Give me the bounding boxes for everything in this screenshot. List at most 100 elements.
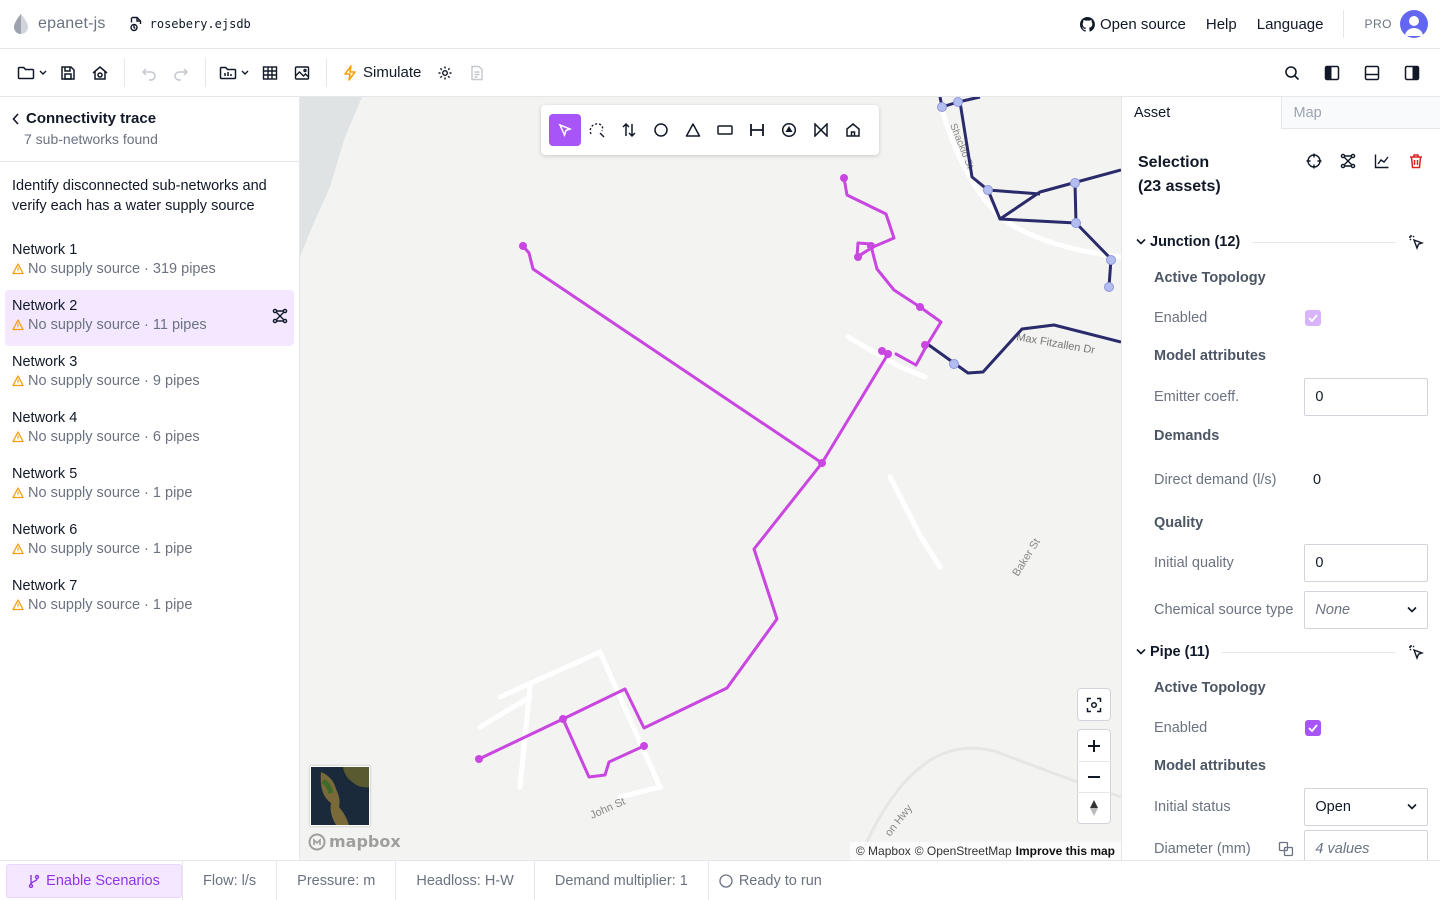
table-view-button[interactable] — [254, 57, 286, 89]
simulate-button[interactable]: Simulate — [335, 57, 429, 89]
chemical-source-row: Chemical source type None — [1122, 585, 1440, 635]
undo-button[interactable] — [133, 57, 165, 89]
initial-status-select[interactable]: Open — [1304, 788, 1428, 826]
map-canvas[interactable]: Max Fitzallen Dr Baker St John St on Hwy… — [300, 97, 1121, 860]
app-logo[interactable]: epanet-js — [12, 13, 106, 35]
customer-point-tool-button[interactable] — [837, 114, 869, 146]
network-trace-icon[interactable] — [1340, 153, 1356, 169]
warning-icon — [12, 543, 24, 555]
warning-icon — [12, 263, 24, 275]
trash-icon[interactable] — [1408, 153, 1424, 169]
panel-subtitle: 7 sub-networks found — [24, 131, 158, 147]
toggle-bottom-panel-button[interactable] — [1356, 57, 1388, 89]
open-file-menu-button[interactable] — [12, 57, 52, 89]
simulation-settings-button[interactable] — [429, 57, 461, 89]
crosshair-icon[interactable] — [1306, 153, 1322, 169]
tank-tool-button[interactable] — [709, 114, 741, 146]
select-only-icon[interactable] — [1408, 234, 1424, 250]
selected-pipes[interactable] — [477, 176, 943, 779]
improve-map-link[interactable]: Improve this map — [1016, 844, 1115, 858]
lasso-select-tool-button[interactable] — [581, 114, 613, 146]
toggle-right-panel-button[interactable] — [1396, 57, 1428, 89]
emitter-coeff-input[interactable]: 0 — [1304, 378, 1428, 416]
focus-icon — [1086, 697, 1102, 712]
initial-quality-row: Initial quality 0 — [1122, 541, 1440, 585]
chart-line-icon[interactable] — [1374, 153, 1390, 169]
report-button[interactable] — [461, 57, 493, 89]
network-list-item-selected[interactable]: Network 2 No supply source · 11 pipes — [5, 290, 294, 346]
language-link[interactable]: Language — [1257, 16, 1324, 33]
select-tool-button[interactable] — [549, 114, 581, 146]
junction-enabled-checkbox[interactable] — [1305, 310, 1321, 326]
zoom-out-button[interactable] — [1077, 761, 1111, 792]
chemical-source-select[interactable]: None — [1304, 591, 1428, 629]
junction-group-header[interactable]: Junction (12) — [1122, 229, 1440, 255]
map-layers-button[interactable] — [286, 57, 318, 89]
document-icon — [471, 65, 484, 80]
user-avatar[interactable] — [1400, 10, 1428, 38]
junction-model-attributes-section: Model attributes — [1154, 348, 1266, 364]
circle-icon — [654, 123, 668, 137]
compass-icon — [1090, 800, 1098, 816]
redo-button[interactable] — [165, 57, 197, 89]
undo-icon — [141, 67, 156, 81]
file-name-chip[interactable]: rosebery.ejsdb — [128, 16, 251, 32]
zoom-to-selection-button[interactable] — [1077, 689, 1111, 720]
back-to-tools-button[interactable]: Connectivity trace — [12, 110, 287, 127]
select-only-icon[interactable] — [1408, 644, 1424, 660]
network-map[interactable]: Max Fitzallen Dr Baker St John St on Hwy… — [300, 97, 1121, 860]
toggle-left-panel-button[interactable] — [1316, 57, 1348, 89]
network-list-item[interactable]: Network 7 No supply source · 1 pipe — [5, 570, 294, 626]
diameter-input[interactable]: 4 values — [1304, 830, 1428, 860]
save-as-button[interactable] — [84, 57, 116, 89]
open-source-link[interactable]: Open source — [1080, 16, 1186, 33]
water-drop-icon — [14, 14, 28, 34]
copy-values-icon[interactable] — [1278, 841, 1294, 857]
main-toolbar: Simulate — [0, 49, 1440, 97]
mapbox-attribution-link[interactable]: © Mapbox — [856, 844, 911, 858]
pressure-units-button[interactable]: Pressure: m — [276, 860, 395, 900]
pipe-model-attributes-section: Model attributes — [1154, 758, 1266, 774]
diameter-row: Diameter (mm) 4 values — [1122, 827, 1440, 860]
help-link[interactable]: Help — [1206, 16, 1237, 33]
selected-junctions[interactable] — [475, 174, 929, 763]
network-list-item[interactable]: Network 6 No supply source · 1 pipe — [5, 514, 294, 570]
network-list-item[interactable]: Network 5 No supply source · 1 pipe — [5, 458, 294, 514]
save-button[interactable] — [52, 57, 84, 89]
import-menu-button[interactable] — [214, 57, 254, 89]
reverse-tool-button[interactable] — [613, 114, 645, 146]
reservoir-tool-button[interactable] — [677, 114, 709, 146]
connectivity-trace-panel: Connectivity trace 7 sub-networks found … — [0, 97, 300, 860]
reset-bearing-button[interactable] — [1077, 792, 1111, 823]
network-list-item[interactable]: Network 3 No supply source · 9 pipes — [5, 346, 294, 402]
pipe-enabled-checkbox[interactable] — [1305, 720, 1321, 736]
water-area — [300, 97, 362, 257]
network-list-item[interactable]: Network 4 No supply source · 6 pipes — [5, 402, 294, 458]
junction-tool-button[interactable] — [645, 114, 677, 146]
satellite-thumbnail-icon — [311, 767, 369, 825]
flow-units-button[interactable]: Flow: l/s — [182, 860, 276, 900]
right-panel-icon — [1404, 65, 1420, 80]
search-button[interactable] — [1276, 57, 1308, 89]
warning-icon — [12, 599, 24, 611]
initial-quality-input[interactable]: 0 — [1304, 544, 1428, 582]
chevron-down-icon — [39, 70, 47, 75]
zoom-to-network-button[interactable] — [272, 308, 288, 327]
mapbox-logo[interactable]: mapbox — [308, 832, 401, 851]
zoom-in-button[interactable] — [1077, 730, 1111, 761]
demand-multiplier-button[interactable]: Demand multiplier: 1 — [533, 860, 708, 900]
pipe-tool-button[interactable] — [741, 114, 773, 146]
pump-tool-button[interactable] — [773, 114, 805, 146]
tab-map[interactable]: Map — [1280, 97, 1440, 129]
tab-asset[interactable]: Asset — [1122, 97, 1281, 129]
lightning-icon — [344, 64, 356, 81]
pro-badge[interactable]: PRO — [1364, 10, 1428, 38]
pipe-group-header[interactable]: Pipe (11) — [1122, 639, 1440, 665]
network-list-item[interactable]: Network 1 No supply source · 319 pipes — [5, 234, 294, 290]
headloss-formula-button[interactable]: Headloss: H-W — [395, 860, 534, 900]
valve-tool-button[interactable] — [805, 114, 837, 146]
osm-attribution-link[interactable]: © OpenStreetMap — [915, 844, 1012, 858]
basemap-switcher-thumbnail[interactable] — [310, 766, 370, 826]
enable-scenarios-button[interactable]: Enable Scenarios — [6, 863, 182, 898]
divider — [1343, 10, 1345, 38]
